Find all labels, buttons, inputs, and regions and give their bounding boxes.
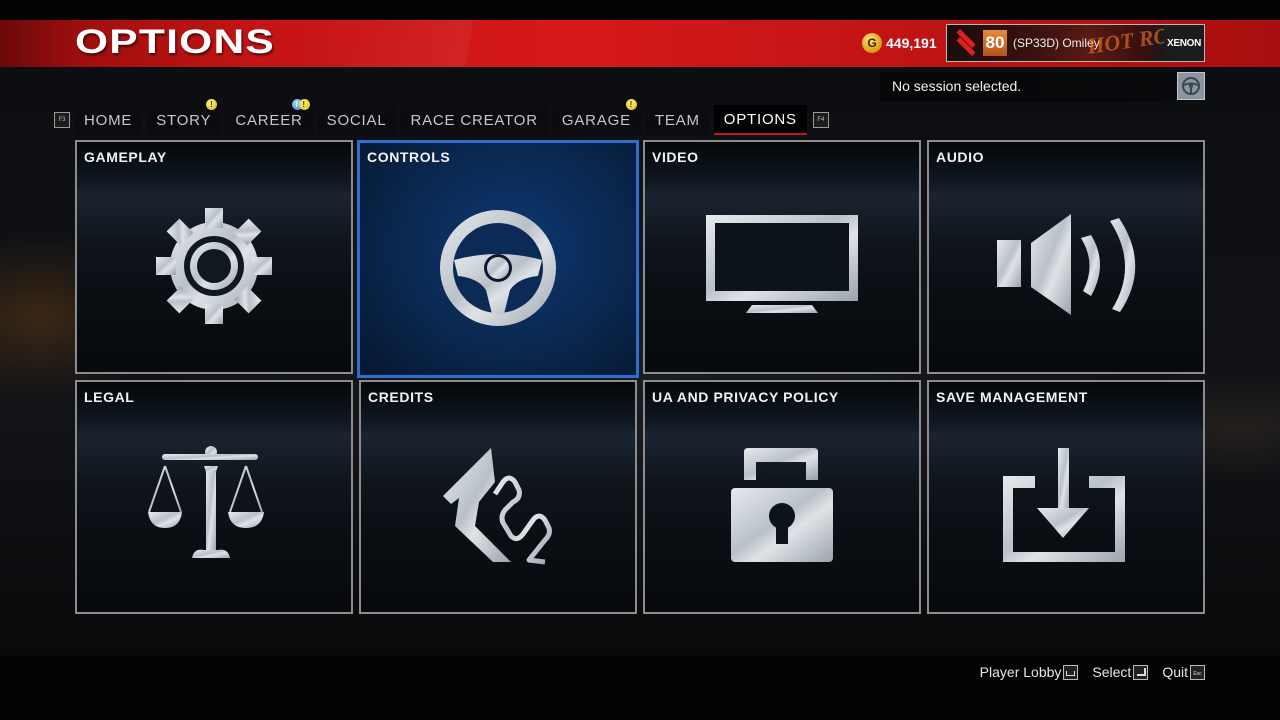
tab-social[interactable]: SOCIAL <box>316 105 397 135</box>
session-status-bar: No session selected. <box>880 72 1180 102</box>
main-tab-bar: F3 HOME STORY ! CAREER i ! SOCIAL RACE C… <box>54 99 829 135</box>
tile-ua-privacy-policy[interactable]: UA AND PRIVACY POLICY <box>643 380 921 614</box>
quit-action[interactable]: Quit Esc <box>1162 664 1205 680</box>
alert-badge-icon: ! <box>625 99 637 110</box>
tile-label: UA AND PRIVACY POLICY <box>652 389 839 405</box>
session-button[interactable] <box>1177 72 1205 100</box>
speaker-icon <box>997 214 1136 316</box>
tile-label: VIDEO <box>652 149 699 165</box>
tile-gameplay[interactable]: GAMEPLAY <box>75 140 353 374</box>
action-label: Quit <box>1162 664 1188 680</box>
coin-icon: G <box>862 33 882 53</box>
rank-insignia-icon <box>955 28 977 57</box>
currency-display: G 449,191 <box>862 33 937 53</box>
tab-label: OPTIONS <box>723 110 797 128</box>
tab-options[interactable]: OPTIONS <box>713 105 807 135</box>
tab-story[interactable]: STORY ! <box>146 99 222 135</box>
tile-label: AUDIO <box>936 149 985 165</box>
tab-label: SOCIAL <box>326 111 387 129</box>
action-label: Player Lobby <box>979 664 1062 680</box>
padlock-icon <box>731 448 833 563</box>
next-tab-key-hint[interactable]: F4 <box>812 112 829 128</box>
footer-actions: Player Lobby Select Quit Esc <box>980 664 1205 680</box>
tile-save-management[interactable]: SAVE MANAGEMENT <box>927 380 1205 614</box>
alert-badge-icon: ! <box>206 99 218 110</box>
studio-logo-icon <box>443 448 552 565</box>
tab-garage[interactable]: GARAGE ! <box>551 99 641 135</box>
player-card[interactable]: HOT ROD 80 (SP33D) Omiley XENON <box>946 20 1205 62</box>
tile-audio[interactable]: AUDIO <box>927 140 1205 374</box>
player-level-badge: 80 <box>983 30 1007 56</box>
tab-home[interactable]: HOME <box>74 105 143 135</box>
session-status-text: No session selected. <box>892 78 1022 94</box>
tile-label: LEGAL <box>84 389 135 405</box>
scales-icon <box>148 446 264 559</box>
tab-team[interactable]: TEAM <box>644 105 710 135</box>
alert-badge-icon: ! <box>298 99 310 110</box>
tab-label: GARAGE <box>561 111 631 129</box>
tile-label: SAVE MANAGEMENT <box>936 389 1088 405</box>
tab-label: RACE CREATOR <box>410 111 538 129</box>
page-title: OPTIONS <box>75 23 276 61</box>
tile-label: CONTROLS <box>367 149 451 165</box>
tile-credits[interactable]: CREDITS <box>359 380 637 614</box>
tile-video[interactable]: VIDEO <box>643 140 921 374</box>
crew-logo: XENON <box>1164 25 1204 61</box>
tab-race-creator[interactable]: RACE CREATOR <box>400 105 548 135</box>
esc-key-icon: Esc <box>1190 664 1205 680</box>
enter-key-icon <box>1133 664 1149 680</box>
prev-tab-key-hint[interactable]: F3 <box>54 112 70 128</box>
steering-wheel-icon <box>1182 77 1200 95</box>
tab-label: TEAM <box>654 111 700 129</box>
download-icon <box>1003 448 1125 563</box>
currency-value: 449,191 <box>886 35 937 51</box>
tile-label: GAMEPLAY <box>84 149 167 165</box>
gear-icon <box>156 208 272 325</box>
tile-legal[interactable]: LEGAL <box>75 380 353 614</box>
steering-wheel-icon <box>440 210 556 327</box>
tab-career[interactable]: CAREER i ! <box>225 99 313 135</box>
tab-label: STORY <box>156 111 212 129</box>
action-label: Select <box>1092 664 1132 680</box>
select-action[interactable]: Select <box>1092 664 1149 680</box>
tab-label: HOME <box>84 111 133 129</box>
space-key-icon <box>1063 664 1079 680</box>
tab-label: CAREER <box>235 111 303 129</box>
player-lobby-action[interactable]: Player Lobby <box>980 664 1079 680</box>
header-bar: OPTIONS G 449,191 HOT ROD 80 (SP33D) Omi… <box>0 20 1280 67</box>
monitor-icon <box>706 215 858 314</box>
tile-label: CREDITS <box>368 389 434 405</box>
tile-controls[interactable]: CONTROLS <box>357 140 639 378</box>
